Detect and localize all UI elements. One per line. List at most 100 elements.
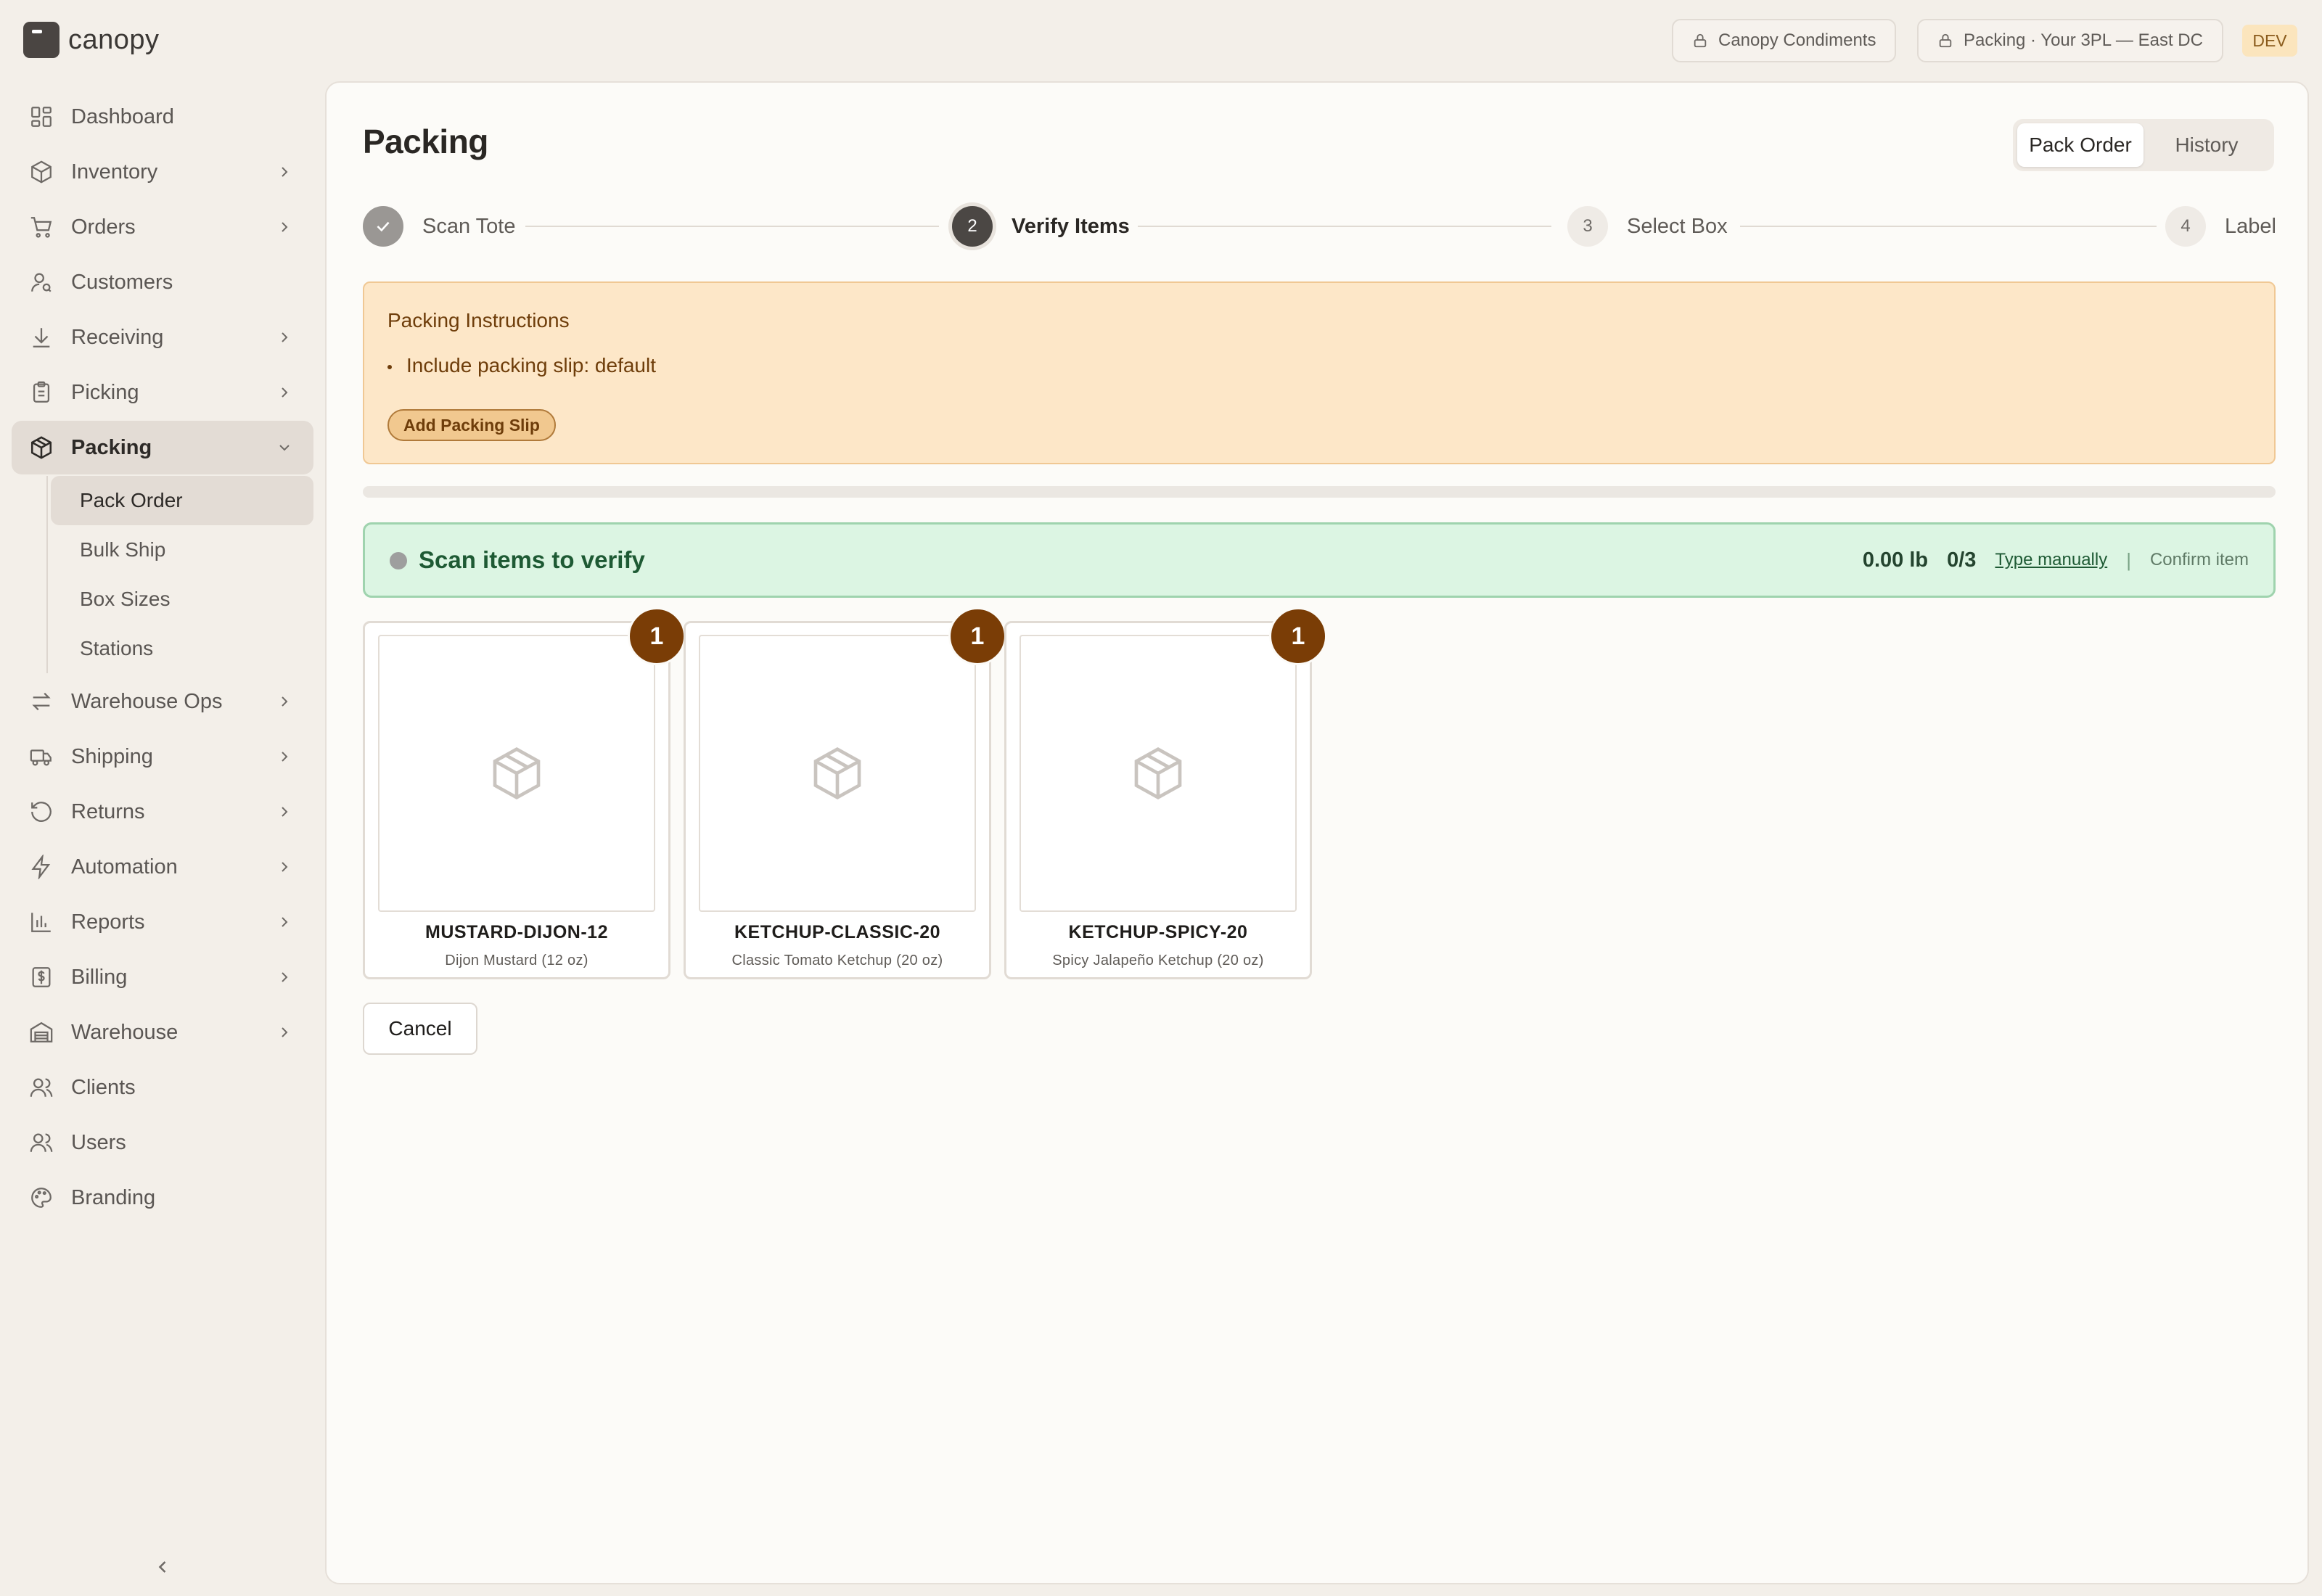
context-selector[interactable]: Packing · Your 3PL — East DC — [1917, 19, 2223, 62]
client-selector[interactable]: Canopy Condiments — [1672, 19, 1897, 62]
step-number: 2 — [952, 206, 993, 247]
step-label: Scan Tote — [422, 214, 516, 238]
confirm-item-button[interactable]: Confirm item — [2150, 550, 2249, 570]
sidebar-item-shipping[interactable]: Shipping — [12, 730, 313, 783]
sidebar-item-warehouse-ops[interactable]: Warehouse Ops — [12, 675, 313, 728]
lock-icon — [1939, 33, 1952, 48]
dashboard-icon — [31, 107, 52, 127]
package-icon — [1134, 746, 1182, 800]
item-card[interactable]: MUSTARD-DIJON-12 Dijon Mustard (12 oz) 1 — [363, 607, 686, 979]
sidebar-item-reports[interactable]: Reports — [12, 895, 313, 949]
sidebar-item-label: Clients — [71, 1075, 136, 1099]
sidebar-item-label: Orders — [71, 215, 136, 239]
scan-status-bar: Scan items to verify 0.00 lb 0/3 Type ma… — [363, 522, 2276, 598]
chevron-down-icon — [279, 445, 290, 451]
item-sku: KETCHUP-CLASSIC-20 — [734, 922, 941, 942]
chevron-right-icon — [282, 387, 288, 398]
sidebar-item-automation[interactable]: Automation — [12, 840, 313, 894]
sidebar-item-warehouse[interactable]: Warehouse — [12, 1005, 313, 1059]
dollar-icon — [32, 967, 51, 987]
sidebar-item-users[interactable]: Users — [12, 1116, 313, 1169]
chevron-right-icon — [282, 167, 288, 177]
sidebar-item-label: Dashboard — [71, 104, 174, 128]
item-image-placeholder — [1020, 635, 1297, 912]
scan-weight: 0.00 lb — [1862, 548, 1929, 572]
collapse-sidebar-icon[interactable] — [152, 1557, 173, 1577]
step-number: 4 — [2165, 206, 2206, 247]
lock-icon — [1694, 33, 1707, 48]
sidebar-item-label: Picking — [71, 380, 139, 404]
sidebar-item-label: Users — [71, 1130, 126, 1154]
package-icon — [813, 746, 861, 800]
add-packing-slip-button[interactable]: Add Packing Slip — [387, 409, 556, 441]
sidebar-item-picking[interactable]: Picking — [12, 366, 313, 419]
item-name: Classic Tomato Ketchup (20 oz) — [731, 953, 943, 968]
step-label-print: 4 Label — [2165, 205, 2276, 248]
sidebar-item-label: Automation — [71, 855, 178, 879]
sidebar-item-receiving[interactable]: Receiving — [12, 310, 313, 364]
sidebar-item-label: Receiving — [71, 325, 164, 349]
sidebar-item-packing[interactable]: Packing — [12, 421, 313, 474]
scan-status-right: 0.00 lb 0/3 Type manually | Confirm item — [1863, 525, 2249, 596]
sidebar-item-label: Packing — [71, 435, 152, 459]
sidebar-item-label: Customers — [71, 270, 173, 294]
users-icon — [30, 1078, 53, 1097]
chevron-right-icon — [282, 807, 288, 817]
check-icon — [377, 221, 390, 232]
sidebar-item-branding[interactable]: Branding — [12, 1171, 313, 1225]
chevron-right-icon — [282, 1027, 288, 1037]
brand-name: canopy — [68, 24, 160, 55]
scan-status-text: Scan items to verify — [419, 546, 645, 573]
step-label: Label — [2225, 214, 2276, 238]
sidebar-item-orders[interactable]: Orders — [12, 200, 313, 254]
stepper-connector — [1138, 226, 1551, 227]
cancel-button[interactable]: Cancel — [363, 1003, 477, 1055]
sidebar-item-dashboard[interactable]: Dashboard — [12, 90, 313, 144]
item-card[interactable]: KETCHUP-CLASSIC-20 Classic Tomato Ketchu… — [684, 607, 1006, 979]
step-scan-tote: Scan Tote — [363, 205, 515, 248]
sidebar-item-label: Warehouse — [71, 1020, 179, 1044]
chevron-right-icon — [282, 222, 288, 232]
sidebar-item-label: Returns — [71, 799, 145, 823]
bullet-dot — [387, 364, 392, 369]
item-sku: MUSTARD-DIJON-12 — [425, 922, 608, 942]
sidebar-subitem-box-sizes[interactable]: Box Sizes — [51, 575, 313, 624]
chevron-right-icon — [282, 696, 288, 707]
divider: | — [2126, 548, 2131, 571]
scan-status-indicator — [390, 552, 407, 569]
type-manually-link[interactable]: Type manually — [1995, 550, 2107, 570]
sidebar-item-clients[interactable]: Clients — [12, 1061, 313, 1114]
scan-count: 0/3 — [1947, 548, 1977, 572]
item-name: Dijon Mustard (12 oz) — [445, 953, 588, 968]
download-icon — [33, 328, 50, 347]
sidebar-item-label: Branding — [71, 1185, 156, 1209]
chevron-right-icon — [282, 972, 288, 982]
sidebar-item-billing[interactable]: Billing — [12, 950, 313, 1004]
brand-logo[interactable]: canopy — [23, 22, 160, 58]
truck-icon — [30, 749, 52, 766]
stepper-connector — [525, 226, 939, 227]
item-qty-badge: 1 — [628, 607, 686, 665]
sidebar-item-customers[interactable]: Customers — [12, 255, 313, 309]
item-name: Spicy Jalapeño Ketchup (20 oz) — [1052, 953, 1264, 968]
sidebar-subitem-stations[interactable]: Stations — [51, 624, 313, 673]
sidebar-item-label: Warehouse Ops — [71, 689, 223, 713]
sidebar: canopy Dashboard Inventory Orders Custom… — [0, 0, 325, 1596]
lightning-icon — [31, 855, 51, 879]
instructions-bullet-text: Include packing slip: default — [406, 354, 656, 377]
verify-progress-bar — [363, 486, 2276, 498]
item-card[interactable]: KETCHUP-SPICY-20 Spicy Jalapeño Ketchup … — [1004, 607, 1327, 979]
sidebar-item-label: Shipping — [71, 744, 153, 768]
sidebar-item-returns[interactable]: Returns — [12, 785, 313, 839]
sidebar-item-inventory[interactable]: Inventory — [12, 145, 313, 199]
users-icon — [30, 1133, 53, 1152]
tab-history[interactable]: History — [2143, 123, 2270, 167]
step-label: Verify Items — [1012, 214, 1130, 238]
warehouse-icon — [30, 1021, 53, 1042]
item-qty-badge: 1 — [948, 607, 1006, 665]
sidebar-subitem-pack-order[interactable]: Pack Order — [51, 476, 313, 525]
tab-pack-order[interactable]: Pack Order — [2017, 123, 2143, 167]
clipboard-icon — [33, 381, 50, 403]
sidebar-subitem-bulk-ship[interactable]: Bulk Ship — [51, 525, 313, 575]
sidebar-nav: Dashboard Inventory Orders Customers Rec… — [12, 90, 313, 1226]
